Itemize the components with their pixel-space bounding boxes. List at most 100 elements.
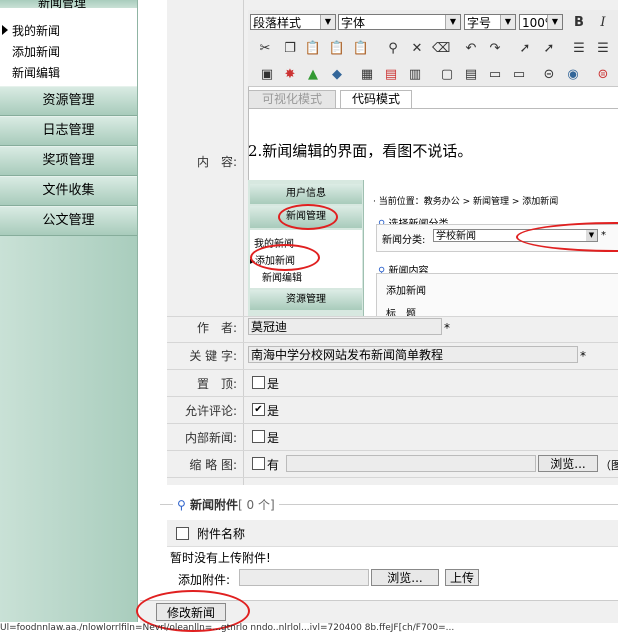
redo-icon[interactable]: ↷ — [486, 40, 504, 58]
row-divider — [167, 423, 618, 424]
paste-text-icon[interactable]: 📋 — [328, 40, 346, 58]
insert-special-char-icon[interactable]: ▢ — [438, 66, 456, 84]
label-column-divider — [243, 0, 244, 485]
bold-button[interactable]: B — [570, 14, 588, 32]
pin-text: 是 — [267, 377, 280, 391]
font-size-value: 字号 — [467, 16, 492, 30]
insert-media-icon[interactable]: ▲ — [304, 66, 322, 84]
insert-link-icon[interactable]: ⊝ — [540, 66, 558, 84]
insert-flash-icon[interactable]: ✸ — [281, 66, 299, 84]
sidebar-item-logs[interactable]: 日志管理 — [0, 116, 137, 146]
paragraph-style-value: 段落样式 — [253, 16, 302, 30]
current-item-arrow-icon — [2, 25, 8, 35]
author-input[interactable]: 莫冠迪 — [248, 318, 442, 335]
chevron-down-icon: ▼ — [320, 15, 335, 29]
embedded-sub-item: 新闻编辑 — [262, 273, 302, 284]
internal-news-text: 是 — [267, 431, 280, 445]
thumbnail-path-input[interactable] — [286, 455, 536, 472]
insert-textbox-icon[interactable]: ▭ — [486, 66, 504, 84]
internal-news-checkbox[interactable] — [252, 430, 265, 443]
attachments-title: ⚲ 新闻附件[ 0 个] — [173, 496, 279, 513]
sidebar-item-documents[interactable]: 公文管理 — [0, 206, 137, 236]
italic-button[interactable]: I — [594, 14, 612, 32]
sidebar: 新闻管理 我的新闻 添加新闻 新闻编辑 资源管理 日志管理 奖项管理 文件收集 … — [0, 0, 138, 622]
thumbnail-hint: （图 — [600, 459, 618, 472]
insert-table-icon[interactable]: ▦ — [358, 66, 376, 84]
insert-anchor-icon[interactable]: ◉ — [564, 66, 582, 84]
allow-comment-text: 是 — [267, 404, 280, 418]
chevron-down-icon: ▼ — [500, 15, 515, 29]
insert-date-icon[interactable]: ▤ — [462, 66, 480, 84]
allow-comment-checkbox[interactable]: ✔ — [252, 403, 265, 416]
allow-comment-label: 允许评论: — [184, 404, 237, 418]
highlight-ellipse — [250, 244, 320, 271]
chevron-down-icon: ▼ — [445, 15, 460, 29]
keywords-input[interactable]: 南海中学分校网站发布新闻简单教程 — [248, 346, 578, 363]
row-divider — [167, 450, 618, 451]
font-value: 字体 — [341, 16, 366, 30]
tab-code-mode[interactable]: 代码模式 — [340, 90, 412, 108]
sidebar-item-news-management[interactable]: 新闻管理 — [0, 0, 137, 10]
tab-visual-mode[interactable]: 可视化模式 — [248, 90, 336, 108]
attachments-empty-message: 暂时没有上传附件! — [170, 551, 271, 565]
paste-icon[interactable]: 📋 — [304, 40, 322, 58]
pin-checkbox[interactable] — [252, 376, 265, 389]
chevron-down-icon: ▼ — [547, 15, 562, 29]
insert-button-icon[interactable]: ▭ — [510, 66, 528, 84]
sidebar-item-resources[interactable]: 资源管理 — [0, 86, 137, 116]
upload-button[interactable]: 上传 — [445, 569, 479, 586]
sidebar-item-my-news[interactable]: 我的新闻 — [12, 22, 60, 39]
copy-icon[interactable]: ❐ — [281, 40, 299, 58]
editor-divider — [248, 108, 618, 109]
select-pointer-icon[interactable]: ➚ — [516, 40, 534, 58]
sidebar-item-edit-news[interactable]: 新闻编辑 — [12, 64, 60, 81]
embedded-category-label: 新闻分类: — [382, 235, 426, 246]
internal-news-label: 内部新闻: — [184, 431, 237, 445]
find-icon[interactable]: ⚲ — [384, 40, 402, 58]
attachment-browse-button[interactable]: 浏览... — [371, 569, 439, 586]
embedded-menu-resource: 资源管理 — [250, 290, 362, 310]
font-size-select[interactable]: 字号 ▼ — [464, 14, 516, 30]
search-icon: ⚲ — [177, 498, 186, 512]
row-divider — [167, 477, 618, 478]
add-attachment-label: 添加附件: — [178, 573, 231, 587]
keywords-label: 关 键 字: — [189, 349, 237, 363]
delete-icon[interactable]: ✕ — [408, 40, 426, 58]
row-divider — [167, 396, 618, 397]
required-mark: * — [580, 349, 586, 363]
attachment-path-input[interactable] — [239, 569, 369, 586]
insert-table-row-icon[interactable]: ▤ — [382, 66, 400, 84]
thumbnail-checkbox[interactable] — [252, 457, 265, 470]
insert-table-col-icon[interactable]: ▥ — [406, 66, 424, 84]
cut-icon[interactable]: ✂ — [256, 40, 274, 58]
unordered-list-icon[interactable]: ☰ — [594, 40, 612, 58]
sidebar-item-file-collection[interactable]: 文件收集 — [0, 176, 137, 206]
remove-link-icon[interactable]: ⊜ — [594, 66, 612, 84]
embedded-add-news: 添加新闻 — [386, 286, 426, 297]
undo-icon[interactable]: ↶ — [462, 40, 480, 58]
paste-word-icon[interactable]: 📋 — [352, 40, 370, 58]
sidebar-item-add-news[interactable]: 添加新闻 — [12, 43, 60, 60]
row-divider — [167, 369, 618, 370]
sidebar-item-awards[interactable]: 奖项管理 — [0, 146, 137, 176]
thumbnail-text: 有 — [267, 458, 280, 472]
ordered-list-icon[interactable]: ☰ — [570, 40, 588, 58]
eraser-icon[interactable]: ⌫ — [432, 40, 450, 58]
embedded-screenshot: 用户信息 新闻管理 我的新闻 ▸添加新闻 新闻编辑 资源管理 · 当前位置：教务… — [248, 180, 618, 316]
main-content: 内 容: 段落样式 ▼ 字体 ▼ 字号 ▼ 100% ▼ B I ✂ ❐ 📋 📋 📋 ⚲… — [136, 0, 618, 632]
zoom-select[interactable]: 100% ▼ — [519, 14, 563, 30]
required-mark: * — [444, 321, 450, 335]
insert-image-icon[interactable]: ▣ — [258, 66, 276, 84]
pin-label: 置 顶: — [196, 377, 237, 391]
editor-body-text: 2.新闻编辑的界面，看图不说话。 — [248, 142, 473, 160]
thumbnail-browse-button[interactable]: 浏览... — [538, 455, 598, 472]
row-divider — [167, 342, 618, 343]
insert-realplay-icon[interactable]: ◆ — [328, 66, 346, 84]
thumbnail-label: 缩 略 图: — [189, 458, 237, 472]
absolute-position-icon[interactable]: ➚ — [540, 40, 558, 58]
select-all-attachments-checkbox[interactable] — [176, 527, 189, 540]
row-divider — [167, 316, 618, 317]
content-label: 内 容: — [196, 155, 237, 169]
font-select[interactable]: 字体 ▼ — [338, 14, 461, 30]
paragraph-style-select[interactable]: 段落样式 ▼ — [250, 14, 336, 30]
